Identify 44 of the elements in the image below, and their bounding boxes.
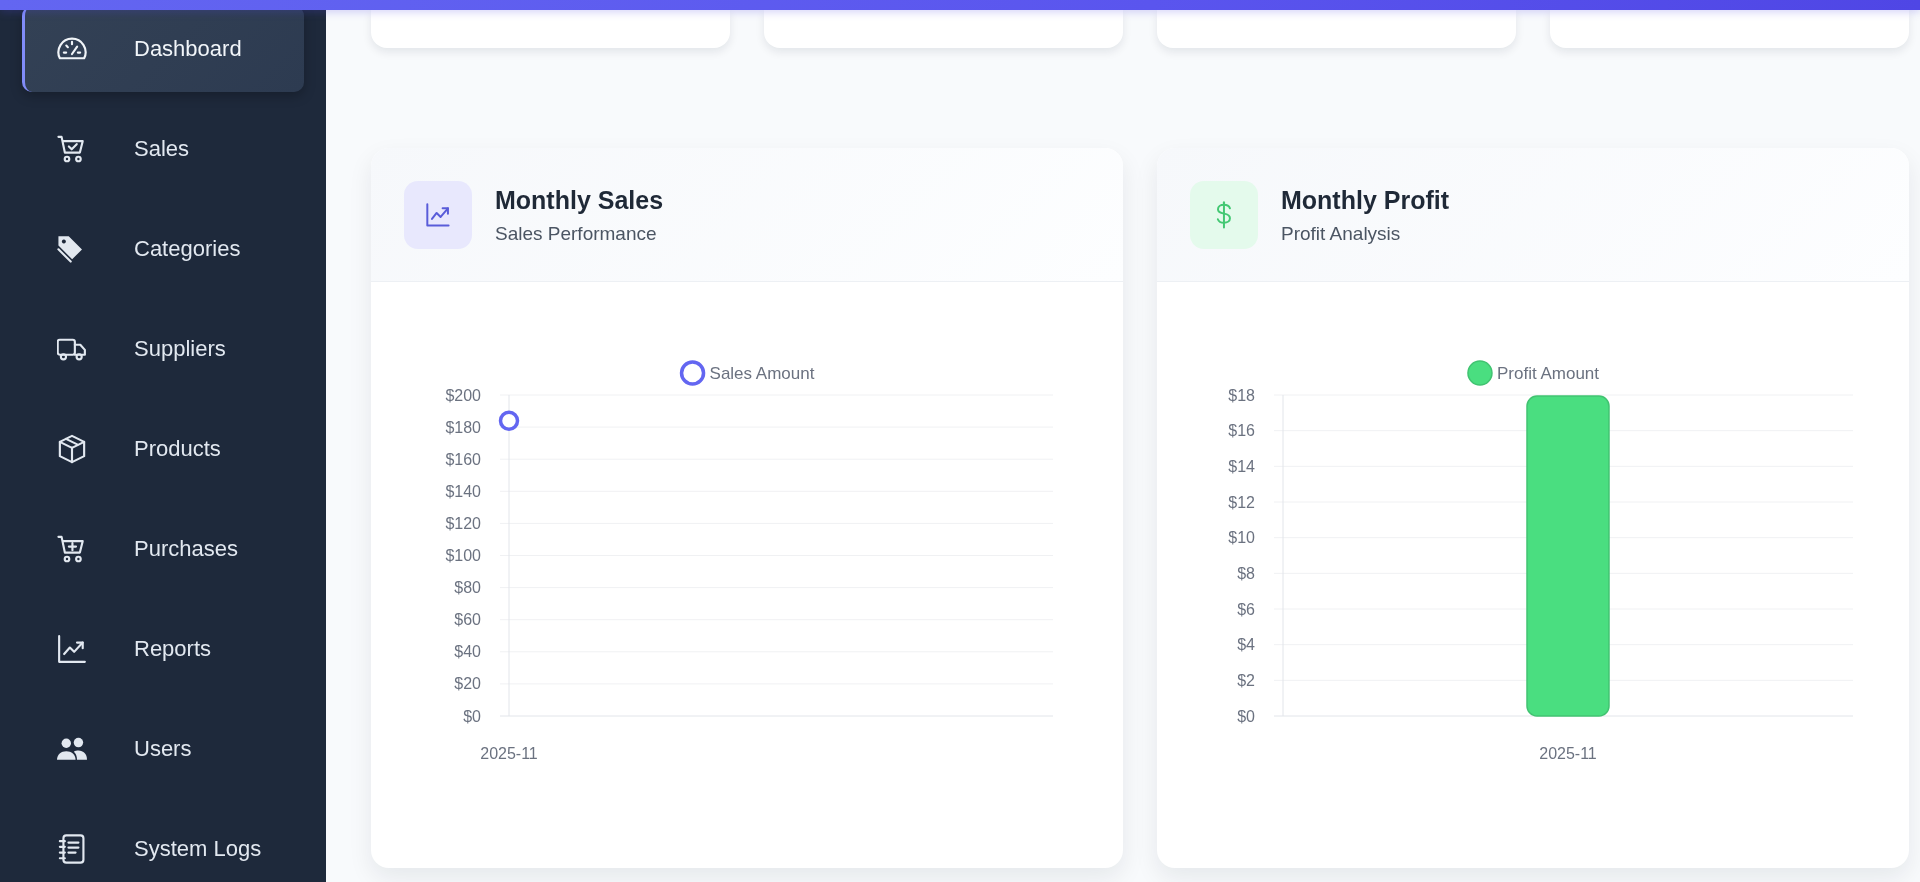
card-subtitle: Sales Performance <box>495 221 658 245</box>
axis-tick-label: $200 <box>445 386 481 404</box>
legend-label: Sales Amount <box>709 364 815 383</box>
axis-tick-label: $80 <box>454 579 481 597</box>
cart-plus-icon <box>57 534 87 564</box>
axis-tick-label: $16 <box>1228 422 1255 440</box>
axis-tick-label: $4 <box>1237 636 1255 654</box>
axis-tick-label: $6 <box>1237 600 1255 618</box>
axis-tick-label: $40 <box>454 643 481 661</box>
sidebar-item[interactable]: Purchases <box>22 506 304 592</box>
axis-tick-label: 2025-11 <box>480 745 538 762</box>
axis-tick-label: $12 <box>1228 493 1255 511</box>
card-title: Monthly Profit <box>1281 184 1450 215</box>
axis-tick-label: 2025-11 <box>1539 745 1597 762</box>
axis-tick-label: $100 <box>445 547 481 564</box>
legend-label: Profit Amount <box>1496 364 1600 383</box>
sidebar-item[interactable]: Reports <box>22 606 304 692</box>
axis-tick-label: $180 <box>445 418 481 436</box>
sidebar-item[interactable]: Categories <box>22 206 304 292</box>
card-title: Monthly Sales <box>495 184 664 215</box>
axis-tick-label: $140 <box>445 482 481 500</box>
box-icon <box>57 434 87 464</box>
sidebar-item[interactable]: Suppliers <box>22 306 304 392</box>
sidebar-item[interactable]: Dashboard <box>22 10 304 92</box>
axis-tick-label: $14 <box>1228 457 1255 475</box>
axis-tick-label: $18 <box>1228 386 1255 404</box>
notebook-icon <box>57 834 87 864</box>
axis-tick-label: $20 <box>454 675 481 693</box>
sidebar-item[interactable]: Sales <box>22 106 304 192</box>
sidebar-item[interactable]: Products <box>22 406 304 492</box>
cart-check-icon <box>57 134 87 164</box>
axis-tick-label: $0 <box>1237 707 1255 725</box>
axis-tick-label: $60 <box>454 611 481 629</box>
dollar-icon <box>1190 180 1258 249</box>
axis-tick-label: $8 <box>1237 564 1255 582</box>
chart-line-icon <box>57 634 87 664</box>
axis-tick-label: $10 <box>1228 529 1255 547</box>
sidebar-item[interactable]: System Logs <box>22 806 304 882</box>
axis-tick-label: $120 <box>445 514 481 532</box>
axis-tick-label: $160 <box>445 450 481 468</box>
axis-tick-label: $0 <box>463 707 481 725</box>
sidebar-item[interactable]: Users <box>22 706 304 792</box>
card-subtitle: Profit Analysis <box>1281 221 1402 245</box>
axis-tick-label: $2 <box>1237 671 1255 689</box>
